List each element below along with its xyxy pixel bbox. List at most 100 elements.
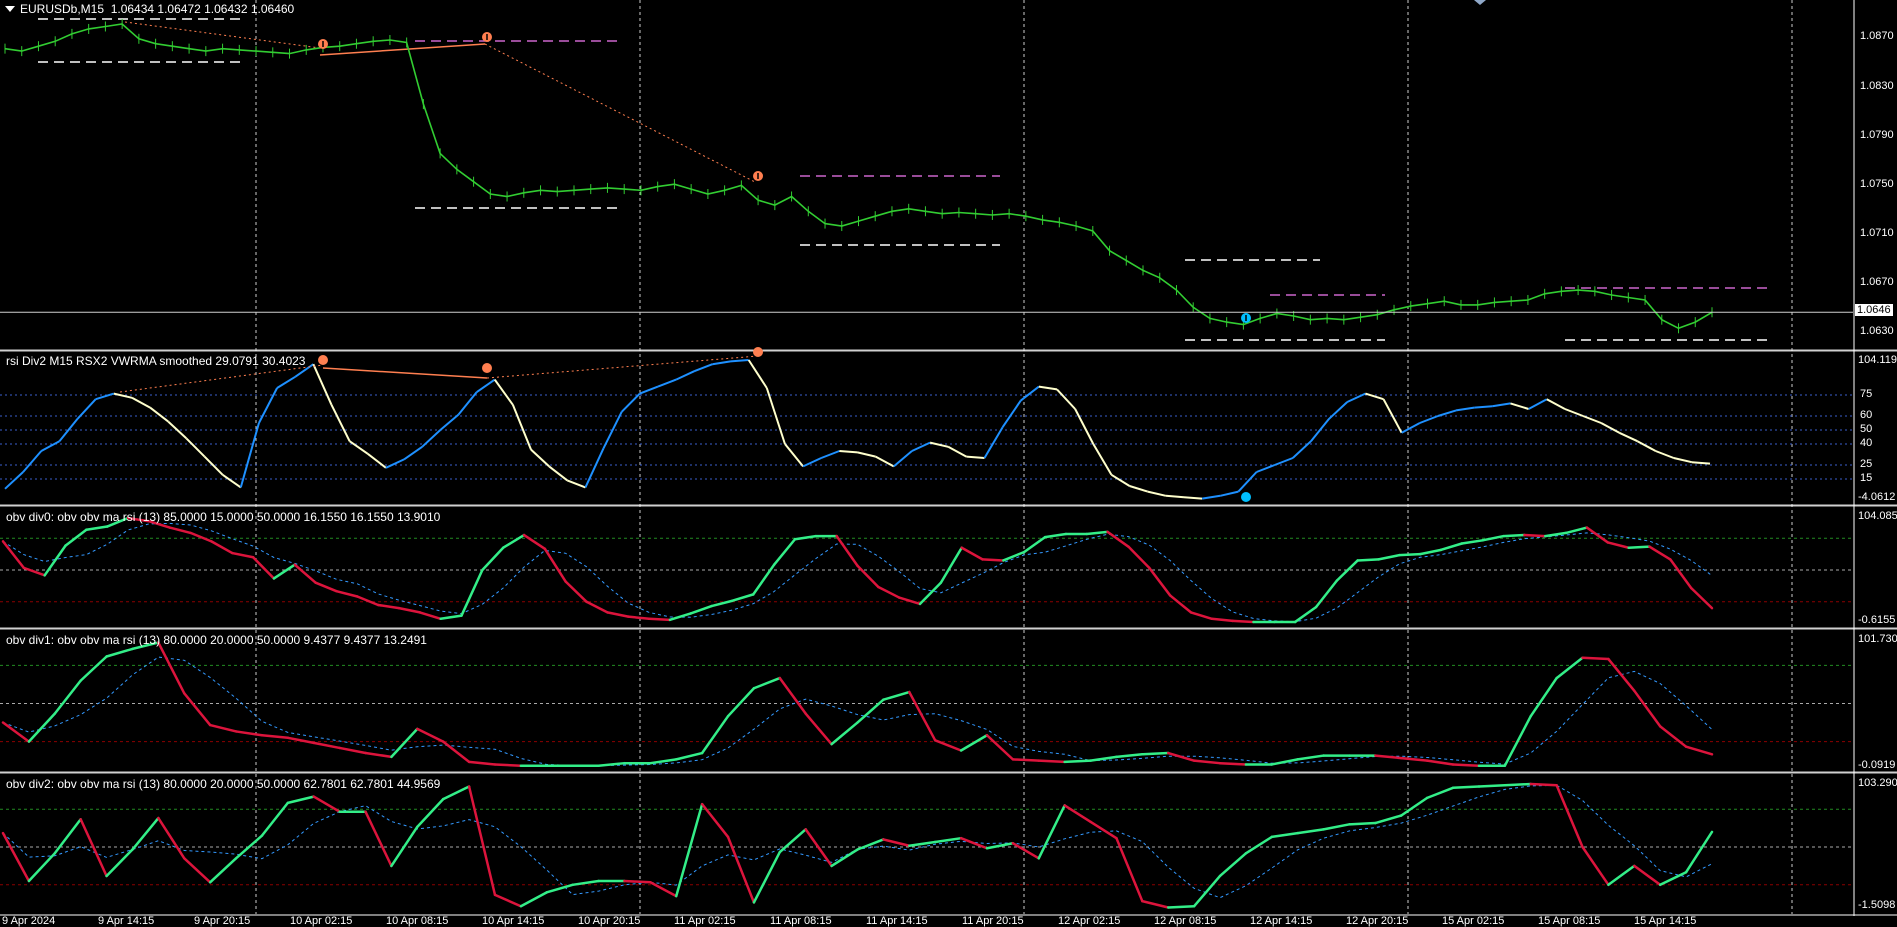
rsi-segment [367, 453, 387, 469]
time-label: 10 Apr 02:15 [290, 915, 353, 927]
divergence-line [322, 367, 488, 379]
obv-segment [1523, 533, 1547, 538]
time-label: 15 Apr 14:15 [1634, 915, 1697, 927]
price-tick: 1.0630 [1860, 325, 1894, 337]
obv-segment [1022, 535, 1047, 554]
rsi-segment [802, 457, 822, 468]
price-tick: 1.0790 [1860, 129, 1894, 141]
obv-segment [519, 891, 549, 908]
rsi-panel-label: rsi Div2 M15 RSX2 VWRMA smoothed 29.0791… [6, 354, 306, 368]
rsi-segment [493, 379, 514, 406]
obv-segment [1085, 530, 1109, 536]
obv-segment [314, 581, 338, 593]
obv-segment [1460, 539, 1484, 545]
obv-segment [543, 547, 567, 583]
obv-segment [1, 721, 31, 743]
obv-segment [1606, 541, 1630, 549]
rsi-segment [548, 465, 568, 482]
time-label: 10 Apr 14:15 [482, 915, 545, 927]
obv-segment [959, 734, 989, 752]
rsi-segment [784, 443, 804, 468]
obv-segment [286, 736, 315, 745]
obv-segment [585, 600, 609, 614]
obv-segment [1141, 751, 1170, 756]
obv-segment [1425, 759, 1455, 766]
obv-segment [260, 801, 290, 837]
obv-segment [1627, 545, 1651, 549]
rsi-segment [1510, 402, 1529, 410]
obv-segment [689, 604, 713, 615]
obv-segment [647, 617, 672, 622]
obv-segment [960, 546, 984, 561]
obv-segment [804, 828, 833, 868]
obv-segment [293, 563, 317, 584]
obv-segment [416, 797, 445, 829]
obv-segment [1011, 758, 1041, 762]
rsi-segment [1528, 398, 1548, 410]
obv0-top-value: 104.085 [1858, 510, 1897, 522]
obv-segment [493, 893, 523, 908]
obv-segment [1127, 545, 1151, 570]
obv-segment [439, 614, 463, 621]
obv-segment [908, 840, 937, 847]
time-label: 9 Apr 14:15 [98, 915, 155, 927]
obv-segment [1192, 874, 1222, 908]
obv-segment [1555, 656, 1584, 680]
rsi-segment [312, 363, 333, 406]
rsi-segment [1328, 401, 1348, 420]
rsi-segment [530, 448, 550, 468]
rsi-segment [1201, 494, 1221, 500]
rsi-segment [765, 387, 786, 445]
obv-segment [1689, 586, 1714, 610]
obv-segment [668, 612, 693, 622]
obv-segment [397, 606, 422, 614]
rsi-segment [258, 387, 278, 424]
obv-segment [522, 533, 547, 551]
obv-segment [1322, 823, 1351, 831]
obv-segment [189, 531, 213, 543]
rsi-segment [730, 359, 749, 363]
rsi-segment [239, 422, 260, 488]
obv-segment [356, 595, 380, 607]
price-tick: 1.0710 [1860, 227, 1894, 239]
obv-segment [1037, 759, 1066, 764]
obv-segment [183, 692, 212, 727]
time-label: 12 Apr 08:15 [1154, 915, 1217, 927]
obv-segment [467, 760, 497, 766]
rsi-segment [1074, 408, 1095, 445]
rsi-segment [893, 450, 913, 468]
obv-segment [64, 528, 88, 547]
obv-segment [752, 563, 776, 596]
obv1-panel-label: obv div1: obv obv ma rsi (13) 80.0000 20… [6, 633, 427, 647]
rsi-segment [1401, 422, 1421, 434]
obv-segment [1502, 533, 1526, 538]
obv-segment [1106, 530, 1130, 548]
rsi-segment [149, 406, 169, 423]
collapse-triangle-icon[interactable] [5, 6, 15, 12]
obv1-bottom-value: -0.0919 [1858, 759, 1896, 771]
obv-segment [1529, 676, 1558, 718]
rsi-segment [1673, 457, 1693, 464]
rsi-segment [1437, 409, 1457, 417]
obv-segment [772, 538, 797, 566]
obv-segment [1658, 870, 1688, 887]
rsi-segment [1365, 392, 1384, 401]
obv-segment [27, 712, 57, 743]
obv0-panel-label: obv div0: obv obv ma rsi (13) 85.0000 15… [6, 510, 441, 524]
obv-segment [1002, 550, 1026, 562]
obv-segment [272, 563, 297, 580]
obv-segment [1564, 526, 1589, 535]
rsi-segment [58, 418, 79, 442]
obv-segment [105, 848, 134, 878]
rsi-level-tick: 40 [1860, 437, 1873, 449]
obv-segment [571, 879, 600, 887]
obv-segment [1400, 796, 1429, 817]
obv-segment [985, 734, 1015, 761]
rsi-segment [675, 370, 695, 381]
obv-segment [856, 564, 880, 589]
obv-segment [493, 763, 523, 767]
obv-segment [157, 641, 186, 695]
obv-segment [416, 727, 445, 743]
rsi-segment [1492, 402, 1511, 408]
obv-segment [338, 746, 367, 755]
